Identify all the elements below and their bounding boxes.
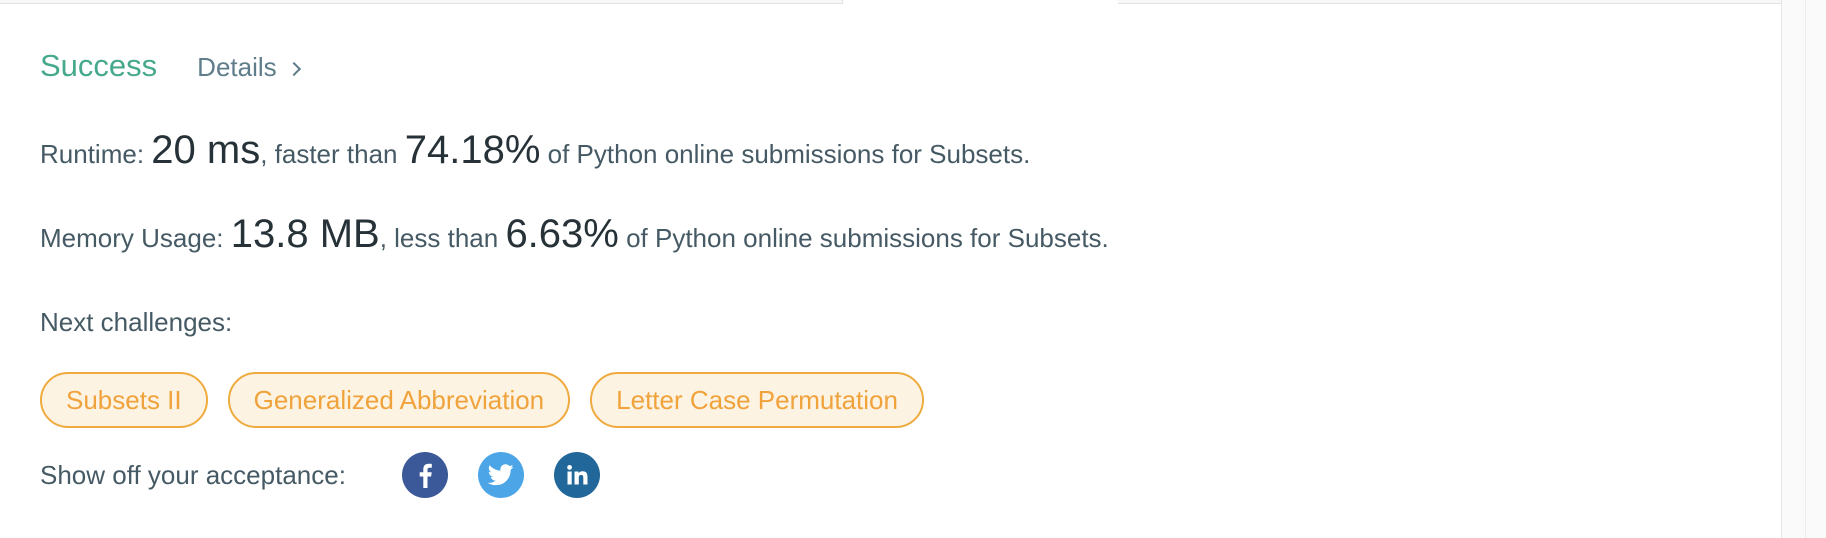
challenge-generalized-abbreviation[interactable]: Generalized Abbreviation — [227, 372, 571, 428]
success-status: Success — [40, 48, 158, 83]
next-challenges-list: Subsets II Generalized Abbreviation Lett… — [40, 372, 924, 428]
submission-result-panel: Success Details Runtime: 20 ms, faster t… — [0, 0, 1782, 538]
details-link[interactable]: Details — [197, 52, 301, 83]
memory-line: Memory Usage: 13.8 MB, less than 6.63% o… — [40, 212, 1109, 257]
runtime-line: Runtime: 20 ms, faster than 74.18% of Py… — [40, 128, 1030, 173]
memory-suffix: of Python online submissions for Subsets… — [618, 223, 1109, 253]
status-row: Success Details — [40, 48, 301, 84]
linkedin-icon[interactable] — [553, 452, 600, 498]
next-challenges-label: Next challenges: — [40, 307, 233, 337]
runtime-percent: 74.18% — [404, 128, 541, 172]
facebook-icon[interactable] — [401, 452, 448, 498]
twitter-icon[interactable] — [477, 452, 524, 498]
share-label: Show off your acceptance: — [40, 459, 346, 490]
memory-value: 13.8 MB — [230, 212, 380, 256]
memory-comparison: , less than — [379, 223, 506, 253]
runtime-comparison: , faster than — [260, 139, 405, 169]
runtime-suffix: of Python online submissions for Subsets… — [540, 139, 1031, 169]
gutter-divider — [1805, 0, 1806, 538]
runtime-value: 20 ms — [151, 128, 261, 172]
memory-percent: 6.63% — [505, 212, 619, 256]
challenge-subsets-ii[interactable]: Subsets II — [40, 372, 208, 428]
tab-border-right — [1118, 0, 1781, 4]
runtime-label: Runtime: — [40, 139, 152, 169]
memory-label: Memory Usage: — [40, 223, 231, 253]
tab-border-left — [0, 0, 842, 4]
right-gutter — [1782, 0, 1826, 538]
tab-divider-left — [842, 0, 843, 4]
chevron-right-icon — [286, 61, 301, 76]
share-row: Show off your acceptance: — [40, 452, 630, 498]
details-label: Details — [197, 52, 277, 82]
challenge-letter-case-permutation[interactable]: Letter Case Permutation — [590, 372, 924, 428]
